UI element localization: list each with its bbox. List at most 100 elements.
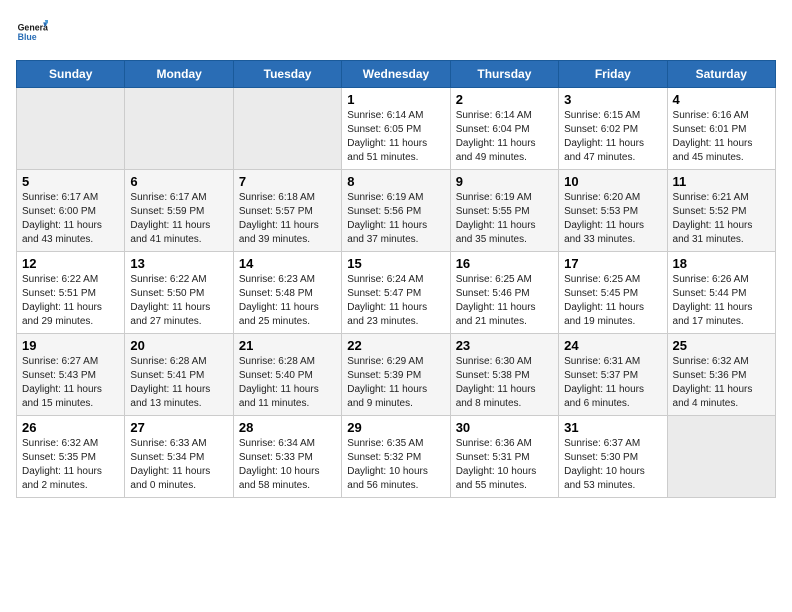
cell-info: Sunrise: 6:31 AMSunset: 5:37 PMDaylight:… [564, 355, 661, 411]
date-cell-20: 20 Sunrise: 6:28 AMSunset: 5:41 PMDayligh… [125, 334, 233, 416]
week-row-1: 1 Sunrise: 6:14 AMSunset: 6:05 PMDaylight… [17, 88, 776, 170]
date-cell-2: 2 Sunrise: 6:14 AMSunset: 6:04 PMDaylight… [450, 88, 558, 170]
cell-info: Sunrise: 6:29 AMSunset: 5:39 PMDaylight:… [347, 355, 444, 411]
svg-text:Blue: Blue [18, 32, 37, 42]
svg-text:General: General [18, 22, 48, 32]
cell-info: Sunrise: 6:33 AMSunset: 5:34 PMDaylight:… [130, 437, 227, 493]
cell-info: Sunrise: 6:25 AMSunset: 5:45 PMDaylight:… [564, 273, 661, 329]
date-cell-10: 10Sunrise: 6:20 AMSunset: 5:53 PMDayligh… [559, 170, 667, 252]
date-number: 11 [673, 174, 770, 189]
date-number: 12 [22, 256, 119, 271]
week-row-3: 12 Sunrise: 6:22 AMSunset: 5:51 PMDayligh… [17, 252, 776, 334]
date-cell-9: 9 Sunrise: 6:19 AMSunset: 5:55 PMDaylight… [450, 170, 558, 252]
date-number: 22 [347, 338, 444, 353]
header-row: SundayMondayTuesdayWednesdayThursdayFrid… [17, 61, 776, 88]
cell-info: Sunrise: 6:14 AMSunset: 6:05 PMDaylight:… [347, 109, 444, 165]
date-cell-24: 24Sunrise: 6:31 AMSunset: 5:37 PMDayligh… [559, 334, 667, 416]
date-number: 19 [22, 338, 119, 353]
date-cell-14: 14 Sunrise: 6:23 AMSunset: 5:48 PMDayligh… [233, 252, 341, 334]
cell-info: Sunrise: 6:22 AMSunset: 5:51 PMDaylight:… [22, 273, 119, 329]
cell-info: Sunrise: 6:19 AMSunset: 5:55 PMDaylight:… [456, 191, 553, 247]
cell-info: Sunrise: 6:16 AMSunset: 6:01 PMDaylight:… [673, 109, 770, 165]
cell-info: Sunrise: 6:34 AMSunset: 5:33 PMDaylight:… [239, 437, 336, 493]
cell-info: Sunrise: 6:17 AMSunset: 6:00 PMDaylight:… [22, 191, 119, 247]
date-number: 25 [673, 338, 770, 353]
cell-info: Sunrise: 6:28 AMSunset: 5:41 PMDaylight:… [130, 355, 227, 411]
logo: General Blue [16, 16, 52, 48]
date-number: 27 [130, 420, 227, 435]
date-number: 1 [347, 92, 444, 107]
date-cell-23: 23Sunrise: 6:30 AMSunset: 5:38 PMDayligh… [450, 334, 558, 416]
day-header-friday: Friday [559, 61, 667, 88]
date-number: 30 [456, 420, 553, 435]
date-cell-22: 22 Sunrise: 6:29 AMSunset: 5:39 PMDayligh… [342, 334, 450, 416]
cell-info: Sunrise: 6:22 AMSunset: 5:50 PMDaylight:… [130, 273, 227, 329]
cell-info: Sunrise: 6:19 AMSunset: 5:56 PMDaylight:… [347, 191, 444, 247]
cell-info: Sunrise: 6:20 AMSunset: 5:53 PMDaylight:… [564, 191, 661, 247]
week-row-2: 5 Sunrise: 6:17 AMSunset: 6:00 PMDaylight… [17, 170, 776, 252]
date-number: 14 [239, 256, 336, 271]
date-cell-18: 18 Sunrise: 6:26 AMSunset: 5:44 PMDayligh… [667, 252, 775, 334]
date-cell-30: 30 Sunrise: 6:36 AMSunset: 5:31 PMDayligh… [450, 416, 558, 498]
logo-icon: General Blue [16, 16, 48, 48]
cell-info: Sunrise: 6:36 AMSunset: 5:31 PMDaylight:… [456, 437, 553, 493]
date-cell-11: 11 Sunrise: 6:21 AMSunset: 5:52 PMDayligh… [667, 170, 775, 252]
date-number: 2 [456, 92, 553, 107]
date-number: 28 [239, 420, 336, 435]
day-header-tuesday: Tuesday [233, 61, 341, 88]
date-cell-26: 26Sunrise: 6:32 AMSunset: 5:35 PMDayligh… [17, 416, 125, 498]
calendar-table: SundayMondayTuesdayWednesdayThursdayFrid… [16, 60, 776, 498]
week-row-5: 26Sunrise: 6:32 AMSunset: 5:35 PMDayligh… [17, 416, 776, 498]
date-number: 7 [239, 174, 336, 189]
empty-cell [233, 88, 341, 170]
date-number: 9 [456, 174, 553, 189]
date-cell-5: 5 Sunrise: 6:17 AMSunset: 6:00 PMDaylight… [17, 170, 125, 252]
date-cell-28: 28 Sunrise: 6:34 AMSunset: 5:33 PMDayligh… [233, 416, 341, 498]
cell-info: Sunrise: 6:30 AMSunset: 5:38 PMDaylight:… [456, 355, 553, 411]
day-header-saturday: Saturday [667, 61, 775, 88]
date-number: 8 [347, 174, 444, 189]
date-number: 20 [130, 338, 227, 353]
date-number: 13 [130, 256, 227, 271]
date-cell-19: 19 Sunrise: 6:27 AMSunset: 5:43 PMDayligh… [17, 334, 125, 416]
cell-info: Sunrise: 6:28 AMSunset: 5:40 PMDaylight:… [239, 355, 336, 411]
date-cell-1: 1 Sunrise: 6:14 AMSunset: 6:05 PMDaylight… [342, 88, 450, 170]
date-cell-29: 29Sunrise: 6:35 AMSunset: 5:32 PMDayligh… [342, 416, 450, 498]
cell-info: Sunrise: 6:14 AMSunset: 6:04 PMDaylight:… [456, 109, 553, 165]
cell-info: Sunrise: 6:24 AMSunset: 5:47 PMDaylight:… [347, 273, 444, 329]
date-number: 5 [22, 174, 119, 189]
date-cell-17: 17 Sunrise: 6:25 AMSunset: 5:45 PMDayligh… [559, 252, 667, 334]
day-header-sunday: Sunday [17, 61, 125, 88]
empty-cell [125, 88, 233, 170]
date-number: 31 [564, 420, 661, 435]
date-number: 21 [239, 338, 336, 353]
cell-info: Sunrise: 6:21 AMSunset: 5:52 PMDaylight:… [673, 191, 770, 247]
date-cell-4: 4Sunrise: 6:16 AMSunset: 6:01 PMDaylight… [667, 88, 775, 170]
cell-info: Sunrise: 6:26 AMSunset: 5:44 PMDaylight:… [673, 273, 770, 329]
date-cell-3: 3Sunrise: 6:15 AMSunset: 6:02 PMDaylight… [559, 88, 667, 170]
cell-info: Sunrise: 6:32 AMSunset: 5:36 PMDaylight:… [673, 355, 770, 411]
cell-info: Sunrise: 6:32 AMSunset: 5:35 PMDaylight:… [22, 437, 119, 493]
week-row-4: 19 Sunrise: 6:27 AMSunset: 5:43 PMDayligh… [17, 334, 776, 416]
page-header: General Blue [16, 16, 776, 48]
empty-cell [17, 88, 125, 170]
date-cell-21: 21 Sunrise: 6:28 AMSunset: 5:40 PMDayligh… [233, 334, 341, 416]
date-cell-15: 15 Sunrise: 6:24 AMSunset: 5:47 PMDayligh… [342, 252, 450, 334]
day-header-thursday: Thursday [450, 61, 558, 88]
date-cell-7: 7Sunrise: 6:18 AMSunset: 5:57 PMDaylight… [233, 170, 341, 252]
date-number: 18 [673, 256, 770, 271]
date-cell-25: 25 Sunrise: 6:32 AMSunset: 5:36 PMDayligh… [667, 334, 775, 416]
date-number: 16 [456, 256, 553, 271]
date-cell-16: 16Sunrise: 6:25 AMSunset: 5:46 PMDayligh… [450, 252, 558, 334]
cell-info: Sunrise: 6:37 AMSunset: 5:30 PMDaylight:… [564, 437, 661, 493]
date-number: 17 [564, 256, 661, 271]
date-cell-13: 13 Sunrise: 6:22 AMSunset: 5:50 PMDayligh… [125, 252, 233, 334]
date-number: 15 [347, 256, 444, 271]
cell-info: Sunrise: 6:23 AMSunset: 5:48 PMDaylight:… [239, 273, 336, 329]
date-cell-27: 27 Sunrise: 6:33 AMSunset: 5:34 PMDayligh… [125, 416, 233, 498]
date-cell-31: 31 Sunrise: 6:37 AMSunset: 5:30 PMDayligh… [559, 416, 667, 498]
empty-cell [667, 416, 775, 498]
date-cell-12: 12 Sunrise: 6:22 AMSunset: 5:51 PMDayligh… [17, 252, 125, 334]
date-number: 3 [564, 92, 661, 107]
cell-info: Sunrise: 6:27 AMSunset: 5:43 PMDaylight:… [22, 355, 119, 411]
